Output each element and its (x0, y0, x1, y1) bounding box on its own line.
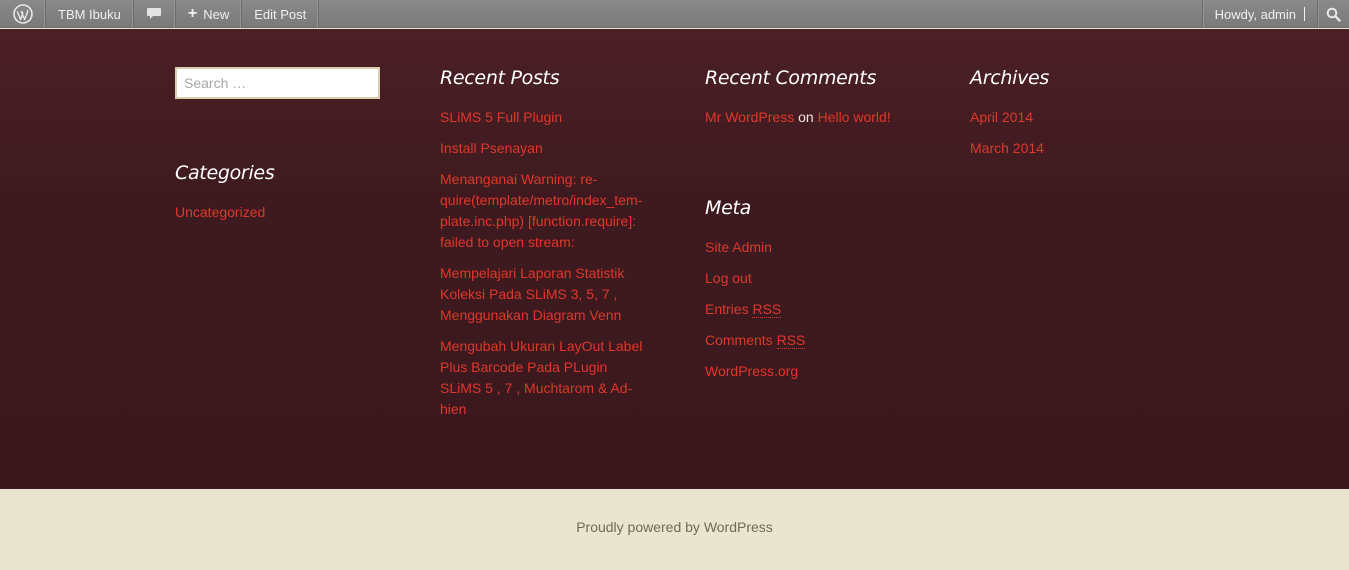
comment-author-link[interactable]: Mr WordPress (705, 109, 794, 125)
entries-label: Entries (705, 301, 749, 317)
meta-list: Site Admin Log out Entries RSS Comments … (705, 237, 806, 392)
entries-rss-link[interactable]: Entries RSS (705, 301, 782, 318)
archive-link[interactable]: March 2014 (970, 140, 1044, 156)
list-item: Mempelajari Laporan Statistik Koleksi Pa… (440, 263, 652, 326)
list-item: Comments RSS (705, 330, 806, 351)
account-divider (1304, 7, 1305, 21)
rss-abbr: RSS (776, 332, 806, 349)
archives-list: April 2014 March 2014 (970, 107, 1044, 169)
list-item: Uncategorized (175, 202, 265, 223)
comment-on-text: on (798, 109, 814, 125)
list-item: March 2014 (970, 138, 1044, 159)
admin-bar-left: TBM Ibuku + New Edit Post (0, 0, 320, 28)
edit-post-label: Edit Post (254, 6, 307, 22)
list-item: Install Psenayan (440, 138, 652, 159)
comments-link[interactable] (134, 0, 176, 28)
list-item: Mengubah Ukuran LayOut Label Plus Barcod… (440, 336, 652, 420)
site-name-link[interactable]: TBM Ibuku (46, 0, 134, 28)
edit-post-link[interactable]: Edit Post (242, 0, 320, 28)
search-input[interactable] (175, 67, 380, 99)
site-footer: Proudly powered by WordPress (0, 519, 1349, 535)
recent-post-link[interactable]: Menanganai Warning: re-quire(template/me… (440, 171, 642, 250)
list-item: Menanganai Warning: re-quire(template/me… (440, 169, 652, 253)
list-item: WordPress.org (705, 361, 805, 382)
recent-post-link[interactable]: Mengubah Ukuran LayOut Label Plus Barcod… (440, 338, 642, 417)
plus-icon: + (187, 5, 198, 22)
my-account-menu[interactable]: Howdy, admin (1201, 0, 1317, 28)
wordpress-org-link[interactable]: WordPress.org (705, 363, 798, 379)
admin-search-button[interactable] (1317, 0, 1349, 28)
comment-bubble-icon (147, 8, 162, 19)
admin-bar: TBM Ibuku + New Edit Post Howdy, admin (0, 0, 1349, 28)
recent-posts-list: SLiMS 5 Full Plugin Install Psenayan Men… (440, 107, 652, 430)
admin-bar-right: Howdy, admin (1201, 0, 1349, 28)
list-item: SLiMS 5 Full Plugin (440, 107, 652, 128)
log-out-link[interactable]: Log out (705, 270, 752, 286)
categories-list: Uncategorized (175, 202, 265, 233)
list-item: Log out (705, 268, 805, 289)
search-icon (1326, 7, 1341, 22)
recent-post-link[interactable]: SLiMS 5 Full Plugin (440, 109, 562, 125)
list-item: Mr WordPress on Hello world! (705, 107, 925, 128)
recent-comments-title: Recent Comments (705, 67, 877, 89)
archive-link[interactable]: April 2014 (970, 109, 1033, 125)
recent-post-link[interactable]: Install Psenayan (440, 140, 543, 156)
archives-title: Archives (970, 67, 1050, 89)
new-label: New (203, 6, 230, 22)
powered-by-link[interactable]: Proudly powered by WordPress (576, 519, 773, 535)
list-item: Site Admin (705, 237, 805, 258)
category-link[interactable]: Uncategorized (175, 204, 265, 220)
howdy-label: Howdy, admin (1214, 6, 1296, 22)
meta-title: Meta (705, 197, 751, 219)
list-item: Entries RSS (705, 299, 805, 320)
list-item: April 2014 (970, 107, 1044, 128)
wordpress-logo-icon[interactable] (0, 0, 46, 28)
comments-rss-link[interactable]: Comments RSS (705, 332, 806, 349)
categories-title: Categories (175, 162, 275, 184)
comment-post-link[interactable]: Hello world! (818, 109, 891, 125)
comments-label: Comments (705, 332, 773, 348)
recent-posts-title: Recent Posts (440, 67, 560, 89)
site-admin-link[interactable]: Site Admin (705, 239, 772, 255)
rss-abbr: RSS (752, 301, 782, 318)
recent-post-link[interactable]: Mempelajari Laporan Statistik Koleksi Pa… (440, 265, 624, 323)
new-content-menu[interactable]: + New (176, 0, 243, 28)
footer-widget-area: Categories Uncategorized Recent Posts SL… (0, 29, 1349, 489)
recent-comments-list: Mr WordPress on Hello world! (705, 107, 925, 138)
site-name-label: TBM Ibuku (58, 6, 121, 22)
